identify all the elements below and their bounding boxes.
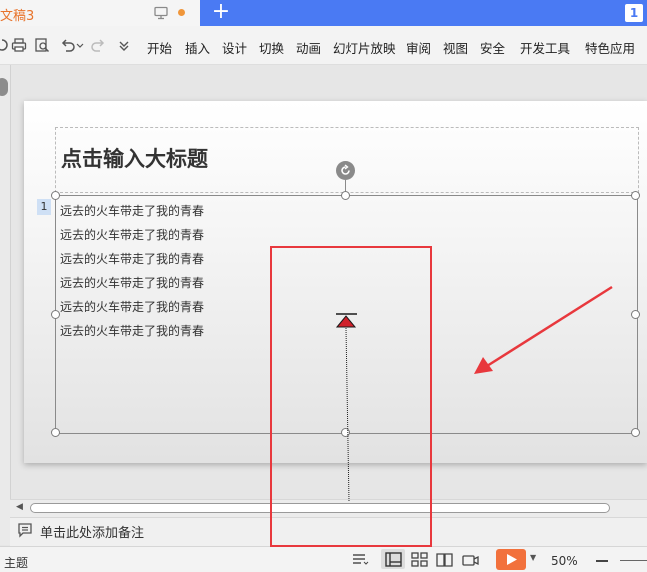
window-count-badge[interactable]: 1: [625, 4, 643, 22]
paragraph-number: 1: [37, 199, 51, 215]
menu-review[interactable]: 审阅: [406, 38, 431, 57]
body-text-line[interactable]: 远去的火车带走了我的青春: [60, 226, 204, 243]
redo-icon[interactable]: [90, 37, 106, 53]
resize-handle-bottom-right[interactable]: [631, 428, 640, 437]
customize-toolbar-chevron-icon[interactable]: [116, 37, 132, 53]
normal-view-icon[interactable]: [385, 552, 402, 567]
unsaved-indicator: [178, 9, 185, 16]
menu-special-features[interactable]: 特色应用: [585, 38, 635, 57]
slideshow-dropdown-icon[interactable]: ▼: [530, 553, 536, 562]
thumbnail-pane-scroll-knob[interactable]: [0, 78, 8, 96]
resize-handle-top[interactable]: [341, 191, 350, 200]
theme-label[interactable]: 主题: [4, 554, 28, 571]
undo-dropdown-icon[interactable]: [76, 37, 84, 53]
annotation-highlight-box: [270, 246, 432, 547]
body-text-line[interactable]: 远去的火车带走了我的青春: [60, 298, 204, 315]
notes-toggle-icon[interactable]: [352, 552, 369, 567]
slideshow-play-button[interactable]: [496, 549, 526, 570]
body-text-line[interactable]: 远去的火车带走了我的青春: [60, 250, 204, 267]
print-icon[interactable]: [11, 37, 27, 53]
slide-thumbnail-pane[interactable]: [0, 65, 11, 545]
rotate-handle-icon[interactable]: [336, 161, 355, 180]
camera-icon[interactable]: [462, 552, 479, 567]
document-tab[interactable]: 文稿3: [0, 0, 200, 26]
reading-view-icon[interactable]: [436, 552, 453, 567]
body-text-line[interactable]: 远去的火车带走了我的青春: [60, 322, 204, 339]
scroll-left-arrow-icon[interactable]: ◀: [16, 502, 23, 512]
toolbar: 开始 插入 设计 切换 动画 幻灯片放映 审阅 视图 安全 开发工具 特色应用: [0, 26, 647, 65]
resize-handle-bottom-left[interactable]: [51, 428, 60, 437]
zoom-out-icon[interactable]: [596, 560, 608, 562]
notes-placeholder[interactable]: 单击此处添加备注: [40, 522, 144, 541]
menu-developer-tools[interactable]: 开发工具: [520, 38, 570, 57]
resize-handle-top-right[interactable]: [631, 191, 640, 200]
resize-handle-left[interactable]: [51, 310, 60, 319]
menu-home[interactable]: 开始: [147, 38, 172, 57]
menu-insert[interactable]: 插入: [185, 38, 210, 57]
redo-history-icon[interactable]: [0, 37, 10, 53]
zoom-slider[interactable]: [620, 560, 647, 561]
print-preview-icon[interactable]: [34, 37, 50, 53]
menu-design[interactable]: 设计: [222, 38, 247, 57]
menu-slideshow[interactable]: 幻灯片放映: [333, 38, 396, 57]
notes-icon: [18, 523, 32, 538]
zoom-level[interactable]: 50%: [551, 554, 578, 568]
menu-animation[interactable]: 动画: [296, 38, 321, 57]
status-bar: [0, 546, 647, 572]
slide-sorter-icon[interactable]: [411, 552, 428, 567]
resize-handle-top-left[interactable]: [51, 191, 60, 200]
slide-title[interactable]: 点击输入大标题: [61, 143, 208, 173]
undo-icon[interactable]: [60, 37, 76, 53]
monitor-icon[interactable]: [154, 6, 168, 20]
document-tab-label: 文稿3: [0, 9, 35, 24]
body-text-line[interactable]: 远去的火车带走了我的青春: [60, 202, 204, 219]
new-tab-button[interactable]: +: [210, 1, 232, 24]
menu-security[interactable]: 安全: [480, 38, 505, 57]
body-text-line[interactable]: 远去的火车带走了我的青春: [60, 274, 204, 291]
play-icon: [507, 554, 517, 565]
menu-transition[interactable]: 切换: [259, 38, 284, 57]
menu-view[interactable]: 视图: [443, 38, 468, 57]
resize-handle-right[interactable]: [631, 310, 640, 319]
